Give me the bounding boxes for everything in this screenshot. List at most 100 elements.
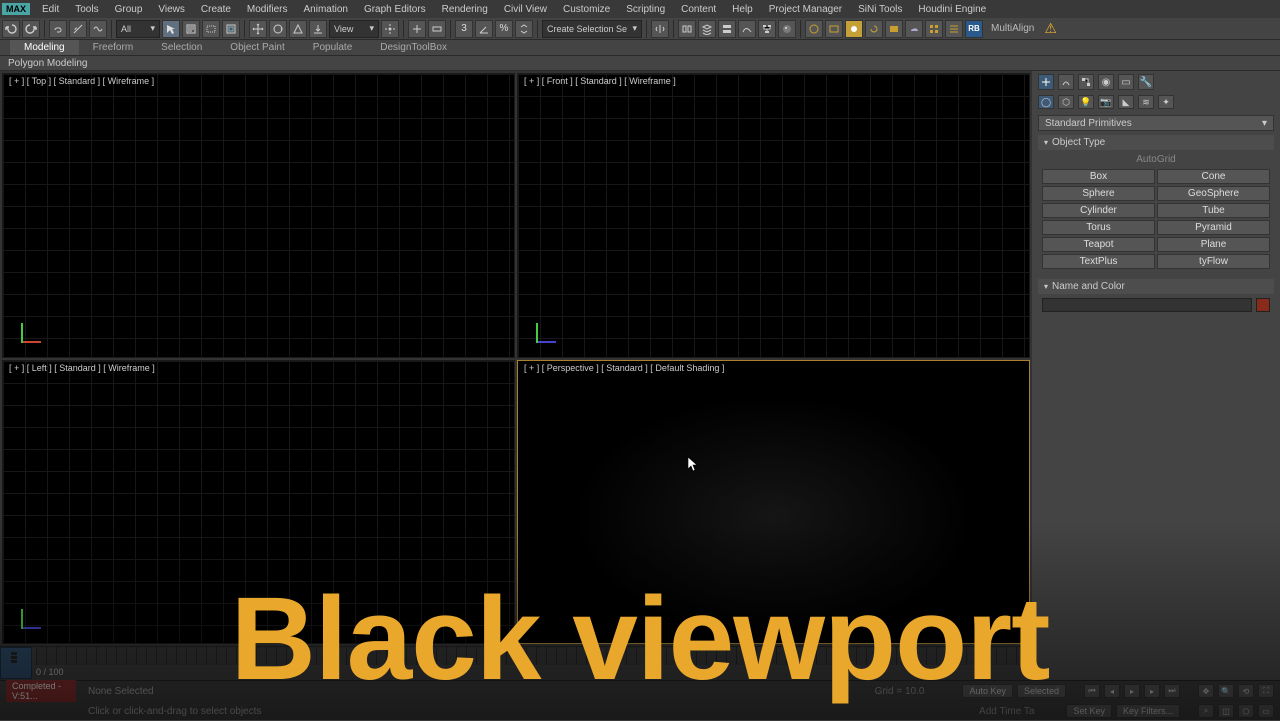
create-tube-button[interactable]: Tube <box>1157 203 1270 218</box>
autokey-button[interactable]: Auto Key <box>962 684 1013 698</box>
shapes-subtab[interactable]: ⬡ <box>1058 95 1074 109</box>
menu-create[interactable]: Create <box>193 2 239 17</box>
nav-pan-button[interactable]: ✥ <box>1198 684 1214 698</box>
autogrid-checkbox[interactable]: AutoGrid <box>1038 150 1274 169</box>
ribbon-populate[interactable]: Populate <box>299 40 366 55</box>
nav-orbit-button[interactable]: ⟲ <box>1238 684 1254 698</box>
viewport-perspective[interactable]: [ + ] [ Perspective ] [ Standard ] [ Def… <box>517 360 1030 645</box>
bind-spacewarp-button[interactable] <box>89 20 107 38</box>
create-tab[interactable] <box>1038 74 1054 90</box>
nav-walk-button[interactable]: ⬠ <box>1238 704 1254 718</box>
menu-animation[interactable]: Animation <box>295 2 355 17</box>
schematic-view-button[interactable] <box>758 20 776 38</box>
name-color-header[interactable]: Name and Color <box>1038 279 1274 294</box>
create-textplus-button[interactable]: TextPlus <box>1042 254 1155 269</box>
angle-snap-button[interactable] <box>475 20 493 38</box>
goto-end-button[interactable]: ⏭ <box>1164 684 1180 698</box>
menu-graph-editors[interactable]: Graph Editors <box>356 2 434 17</box>
select-place-button[interactable] <box>309 20 327 38</box>
create-pyramid-button[interactable]: Pyramid <box>1157 220 1270 235</box>
nav-zoom-extents-button[interactable]: ⌕ <box>1198 704 1214 718</box>
ribbon-sub-label[interactable]: Polygon Modeling <box>0 56 1280 71</box>
create-cone-button[interactable]: Cone <box>1157 169 1270 184</box>
menu-edit[interactable]: Edit <box>34 2 67 17</box>
render-cloud-button[interactable] <box>905 20 923 38</box>
ribbon-freeform[interactable]: Freeform <box>79 40 148 55</box>
ribbon-modeling[interactable]: Modeling <box>10 40 79 55</box>
menu-scripting[interactable]: Scripting <box>618 2 673 17</box>
create-box-button[interactable]: Box <box>1042 169 1155 184</box>
ribbon-designtoolbox[interactable]: DesignToolBox <box>366 40 461 55</box>
create-tyflow-button[interactable]: tyFlow <box>1157 254 1270 269</box>
viewport-left-label[interactable]: [ + ] [ Left ] [ Standard ] [ Wireframe … <box>9 363 155 373</box>
timeline-config-button[interactable] <box>0 647 32 679</box>
layer-explorer-button[interactable] <box>698 20 716 38</box>
menu-sini-tools[interactable]: SiNi Tools <box>850 2 910 17</box>
menu-help[interactable]: Help <box>724 2 761 17</box>
display-tab[interactable]: ▭ <box>1118 74 1134 90</box>
object-color-swatch[interactable] <box>1256 298 1270 312</box>
menu-tools[interactable]: Tools <box>67 2 106 17</box>
undo-button[interactable] <box>2 20 20 38</box>
viewport-front[interactable]: [ + ] [ Front ] [ Standard ] [ Wireframe… <box>517 73 1030 358</box>
ref-coord-combo[interactable]: View▾ <box>329 20 379 38</box>
hierarchy-tab[interactable] <box>1078 74 1094 90</box>
rb-button[interactable]: RB <box>965 20 983 38</box>
geometry-category-combo[interactable]: Standard Primitives▾ <box>1038 115 1274 131</box>
selected-filter-button[interactable]: Selected <box>1017 684 1066 698</box>
create-plane-button[interactable]: Plane <box>1157 237 1270 252</box>
viewport-perspective-label[interactable]: [ + ] [ Perspective ] [ Standard ] [ Def… <box>524 363 724 373</box>
unlink-button[interactable] <box>69 20 87 38</box>
activeshade-button[interactable] <box>885 20 903 38</box>
geometry-subtab[interactable]: ◯ <box>1038 95 1054 109</box>
menu-customize[interactable]: Customize <box>555 2 618 17</box>
material-editor-button[interactable] <box>778 20 796 38</box>
keyboard-shortcut-button[interactable] <box>428 20 446 38</box>
named-selection-combo[interactable]: Create Selection Se▾ <box>542 20 642 38</box>
create-torus-button[interactable]: Torus <box>1042 220 1155 235</box>
select-move-button[interactable] <box>249 20 267 38</box>
motion-tab[interactable]: ◉ <box>1098 74 1114 90</box>
select-scale-button[interactable] <box>289 20 307 38</box>
menu-civil-view[interactable]: Civil View <box>496 2 555 17</box>
keyfilters-button[interactable]: Key Filters... <box>1116 704 1180 718</box>
goto-start-button[interactable]: ⏮ <box>1084 684 1100 698</box>
add-time-tag[interactable]: Add Time Ta <box>979 706 1034 717</box>
menu-modifiers[interactable]: Modifiers <box>239 2 296 17</box>
manipulate-button[interactable] <box>408 20 426 38</box>
mirror-button[interactable] <box>651 20 669 38</box>
create-sphere-button[interactable]: Sphere <box>1042 186 1155 201</box>
lights-subtab[interactable]: 💡 <box>1078 95 1094 109</box>
nav-zoom-button[interactable]: 🔍 <box>1218 684 1234 698</box>
nav-max-button[interactable]: ⛶ <box>1258 684 1274 698</box>
menu-content[interactable]: Content <box>673 2 724 17</box>
nav-fov-button[interactable]: ◫ <box>1218 704 1234 718</box>
menu-group[interactable]: Group <box>107 2 151 17</box>
prev-frame-button[interactable]: ◂ <box>1104 684 1120 698</box>
select-by-name-button[interactable] <box>182 20 200 38</box>
snap-toggle-button[interactable]: 3 <box>455 20 473 38</box>
warning-icon[interactable]: ⚠ <box>1044 20 1057 37</box>
ribbon-selection[interactable]: Selection <box>147 40 216 55</box>
render-setup-button[interactable] <box>805 20 823 38</box>
select-rotate-button[interactable] <box>269 20 287 38</box>
select-window-button[interactable] <box>222 20 240 38</box>
align-button[interactable] <box>678 20 696 38</box>
time-slider[interactable] <box>36 647 1028 665</box>
menu-rendering[interactable]: Rendering <box>434 2 496 17</box>
timeline[interactable]: 0 / 100 <box>0 646 1032 680</box>
ribbon-object-paint[interactable]: Object Paint <box>216 40 298 55</box>
menu-views[interactable]: Views <box>150 2 193 17</box>
batch-render-button[interactable] <box>945 20 963 38</box>
object-type-header[interactable]: Object Type <box>1038 135 1274 150</box>
viewport-top-label[interactable]: [ + ] [ Top ] [ Standard ] [ Wireframe ] <box>9 76 154 86</box>
select-rectangular-button[interactable] <box>202 20 220 38</box>
toggle-ribbon-button[interactable] <box>718 20 736 38</box>
setkey-button[interactable]: Set Key <box>1066 704 1112 718</box>
viewport-left[interactable]: [ + ] [ Left ] [ Standard ] [ Wireframe … <box>2 360 515 645</box>
play-button[interactable]: ▸ <box>1124 684 1140 698</box>
modify-tab[interactable] <box>1058 74 1074 90</box>
spinner-snap-button[interactable] <box>515 20 533 38</box>
link-button[interactable] <box>49 20 67 38</box>
select-object-button[interactable] <box>162 20 180 38</box>
